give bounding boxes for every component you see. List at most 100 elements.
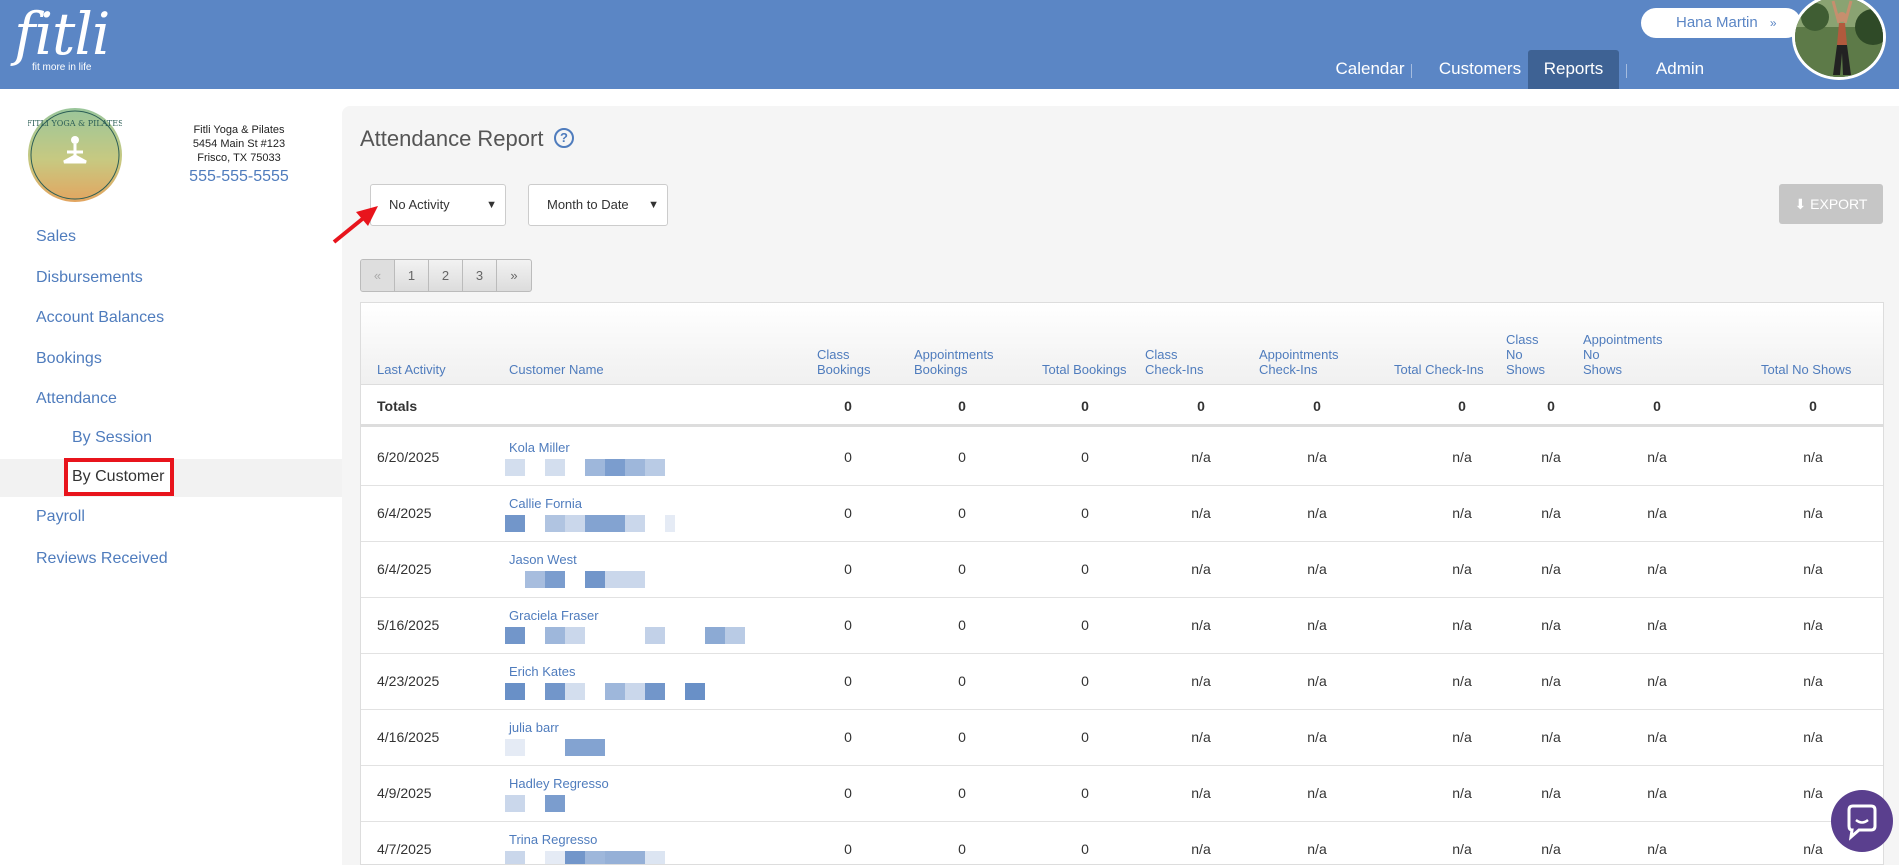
table-cell: 0: [958, 673, 966, 689]
totals-value: 0: [1547, 398, 1555, 414]
column-header-text: Class: [817, 347, 850, 362]
column-header-total-no-shows[interactable]: Total No Shows: [1761, 319, 1851, 377]
column-header-class-bookings[interactable]: Class Bookings: [817, 319, 870, 377]
customer-name-link[interactable]: Graciela Fraser: [509, 608, 599, 623]
totals-value: 0: [1653, 398, 1661, 414]
column-header-class-check-ins[interactable]: Class Check-Ins: [1145, 319, 1204, 377]
nav-calendar[interactable]: Calendar: [1325, 55, 1415, 89]
nav-admin[interactable]: Admin: [1635, 55, 1725, 89]
table-cell: n/a: [1452, 617, 1472, 633]
table-cell: n/a: [1307, 505, 1327, 521]
pager-page-1[interactable]: 1: [395, 260, 429, 291]
chevron-down-icon: ▼: [648, 199, 659, 211]
table-cell: n/a: [1647, 785, 1667, 801]
customer-name-link[interactable]: Jason West: [509, 552, 577, 567]
export-label: EXPORT: [1810, 196, 1868, 212]
table-row: 4/16/2025 julia barr 0 0 0 n/a n/a n/a n/a n/a n/a: [361, 710, 1883, 766]
table-row: 5/16/2025 Graciela Fraser 0 0 0 n/a n/a n/a n/a n…: [361, 598, 1883, 654]
table-cell: n/a: [1803, 449, 1823, 465]
studio-phone[interactable]: 555-555-5555: [170, 168, 308, 186]
table-row: 4/23/2025 Erich Kates 0 0 0 n/a n/a n/a n/a n/a n/…: [361, 654, 1883, 710]
table-cell: 0: [1081, 449, 1089, 465]
column-header-text: Appointments: [914, 347, 994, 362]
sidebar-item-disbursements[interactable]: Disbursements: [36, 269, 143, 287]
chat-bubble-icon: [1847, 804, 1877, 841]
question-circle-icon[interactable]: ?: [554, 128, 574, 148]
table-cell: n/a: [1647, 673, 1667, 689]
pager-next[interactable]: »: [497, 260, 531, 291]
export-button[interactable]: ⬇ EXPORT: [1779, 184, 1883, 224]
chat-button[interactable]: [1831, 790, 1893, 852]
sidebar-item-bookings[interactable]: Bookings: [36, 350, 102, 368]
customer-name-link[interactable]: Callie Fornia: [509, 496, 582, 511]
column-header-customer-name[interactable]: Customer Name: [509, 319, 604, 377]
customer-name-link[interactable]: Trina Regresso: [509, 832, 597, 847]
table-cell: n/a: [1541, 561, 1561, 577]
column-header-appointments-bookings[interactable]: Appointments Bookings: [914, 319, 994, 377]
nav-customers[interactable]: Customers: [1425, 55, 1535, 89]
table-cell: 0: [844, 785, 852, 801]
fitli-logo[interactable]: fitli fit more in life: [14, 4, 110, 73]
sidebar-item-reviews-received[interactable]: Reviews Received: [36, 550, 168, 568]
customer-name-link[interactable]: Kola Miller: [509, 440, 570, 455]
sidebar-item-account-balances[interactable]: Account Balances: [36, 309, 164, 327]
logo-tagline: fit more in life: [32, 62, 92, 73]
activity-filter-value: No Activity: [389, 197, 450, 212]
table-cell: 0: [1081, 841, 1089, 857]
last-activity-date: 6/20/2025: [377, 449, 440, 465]
totals-value: 0: [1313, 398, 1321, 414]
sidebar-item-attendance[interactable]: Attendance: [36, 390, 117, 408]
user-name: Hana Martin: [1676, 14, 1758, 31]
customer-name-link[interactable]: Erich Kates: [509, 664, 575, 679]
table-cell: n/a: [1452, 729, 1472, 745]
table-cell: n/a: [1647, 561, 1667, 577]
studio-address: Fitli Yoga & Pilates 5454 Main St #123 F…: [170, 123, 308, 165]
studio-address-line2: Frisco, TX 75033: [197, 152, 281, 164]
totals-value: 0: [844, 398, 852, 414]
customer-name-link[interactable]: julia barr: [509, 720, 559, 735]
column-header-text: No: [1506, 347, 1523, 362]
table-cell: 0: [1081, 673, 1089, 689]
last-activity-date: 6/4/2025: [377, 505, 432, 521]
table-row: 4/7/2025 Trina Regresso 0 0 0 n/a n/a n/a n/a n/a…: [361, 822, 1883, 864]
column-header-text: Appointments: [1259, 347, 1339, 362]
last-activity-date: 6/4/2025: [377, 561, 432, 577]
table-cell: n/a: [1803, 729, 1823, 745]
column-header-total-check-ins[interactable]: Total Check-Ins: [1394, 319, 1484, 377]
totals-value: 0: [1809, 398, 1817, 414]
sidebar-subitem-by-session[interactable]: By Session: [72, 429, 152, 447]
sidebar-subitem-by-customer[interactable]: By Customer: [64, 458, 174, 496]
column-header-last-activity[interactable]: Last Activity: [377, 319, 446, 377]
table-cell: n/a: [1541, 505, 1561, 521]
table-cell: n/a: [1541, 841, 1561, 857]
table-cell: n/a: [1191, 617, 1211, 633]
column-header-total-bookings[interactable]: Total Bookings: [1042, 319, 1127, 377]
table-cell: n/a: [1541, 617, 1561, 633]
sidebar-item-sales[interactable]: Sales: [36, 228, 76, 246]
column-header-text: Bookings: [914, 362, 968, 377]
column-header-class-no-shows[interactable]: Class No Shows: [1506, 319, 1545, 377]
table-cell: 0: [958, 505, 966, 521]
column-header-appointments-check-ins[interactable]: Appointments Check-Ins: [1259, 319, 1339, 377]
pager-page-3[interactable]: 3: [463, 260, 497, 291]
table-cell: 0: [844, 617, 852, 633]
avatar[interactable]: [1792, 0, 1886, 80]
studio-address-line1: 5454 Main St #123: [192, 138, 286, 150]
pager-prev[interactable]: «: [361, 260, 395, 291]
user-menu-button[interactable]: Hana Martin »: [1641, 8, 1801, 38]
date-range-select[interactable]: Month to Date ▼: [528, 184, 668, 226]
last-activity-date: 4/16/2025: [377, 729, 440, 745]
studio-name: Fitli Yoga & Pilates: [193, 124, 285, 136]
table-cell: 0: [958, 785, 966, 801]
nav-reports[interactable]: Reports: [1528, 50, 1619, 89]
last-activity-date: 4/7/2025: [377, 841, 432, 857]
pager-page-2[interactable]: 2: [429, 260, 463, 291]
totals-value: 0: [1081, 398, 1089, 414]
date-range-value: Month to Date: [547, 197, 629, 212]
activity-filter-select[interactable]: No Activity ▼: [370, 184, 506, 226]
customer-name-link[interactable]: Hadley Regresso: [509, 776, 609, 791]
column-header-appointments-no-shows[interactable]: Appointments No Shows: [1583, 319, 1663, 377]
column-header-text: No: [1583, 347, 1600, 362]
sidebar-item-payroll[interactable]: Payroll: [36, 508, 85, 526]
column-header-text: Shows: [1506, 362, 1546, 377]
